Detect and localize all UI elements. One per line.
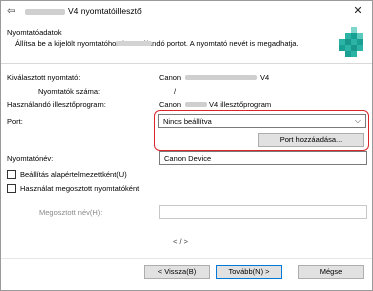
printer-name-input[interactable]: Canon Device <box>159 151 367 165</box>
printer-count-value: / <box>174 87 177 96</box>
port-label: Port: <box>7 117 23 126</box>
driver-value-suffix: V4 illesztőprogram <box>209 100 272 109</box>
add-port-button[interactable]: Port hozzáadása... <box>258 133 364 147</box>
use-shared-option[interactable]: Használat megosztott nyomtatóként <box>7 184 139 193</box>
selected-printer-label: Kiválasztott nyomtató: <box>7 73 81 82</box>
selected-printer-suffix: V4 <box>260 73 270 82</box>
chevron-down-icon: ⌵ <box>354 116 361 125</box>
printer-name-redacted-block <box>185 75 257 80</box>
window-title: V4 nyomtatóillesztő <box>68 6 142 16</box>
driver-label: Használandó illesztőprogram: <box>7 100 106 109</box>
footer-divider <box>1 258 372 259</box>
use-shared-label: Használat megosztott nyomtatóként <box>20 184 140 193</box>
port-select[interactable]: Nincs beállítva ⌵ <box>158 114 366 128</box>
selected-printer-value: Canon <box>159 73 182 82</box>
share-name-label: Megosztott név(H): <box>39 208 103 217</box>
close-icon[interactable]: ✕ <box>352 5 364 17</box>
printer-cubes-icon <box>339 27 363 57</box>
title-bar: ⇦ V4 nyomtatóillesztő ✕ <box>1 1 372 23</box>
printer-driver-window: ⇦ V4 nyomtatóillesztő ✕ Nyomtatóadatok Á… <box>0 0 373 291</box>
title-redacted-block <box>25 9 65 15</box>
share-name-input <box>159 205 367 219</box>
section-description: Állítsa be a kijelölt nyomtatóhoz haszná… <box>15 39 299 48</box>
header-divider <box>1 63 372 64</box>
back-arrow-icon[interactable]: ⇦ <box>7 7 17 17</box>
description-redacted-block <box>116 41 152 46</box>
pager[interactable]: < / > <box>173 237 188 246</box>
set-default-label: Beállítás alapértelmezettként(U) <box>20 170 127 179</box>
printer-count-label: Nyomtatók száma: <box>38 87 101 96</box>
set-default-checkbox[interactable] <box>7 170 16 179</box>
back-button[interactable]: < Vissza(B) <box>144 265 210 279</box>
set-default-option[interactable]: Beállítás alapértelmezettként(U) <box>7 170 127 179</box>
use-shared-checkbox[interactable] <box>7 184 16 193</box>
section-title: Nyomtatóadatok <box>7 28 62 37</box>
next-button[interactable]: Tovább(N) > <box>216 265 282 279</box>
driver-redacted-block <box>185 102 207 107</box>
port-select-value: Nincs beállítva <box>163 117 212 126</box>
cancel-button[interactable]: Mégse <box>298 265 364 279</box>
printer-name-label: Nyomtatónév: <box>7 154 54 163</box>
driver-value-prefix: Canon <box>159 100 182 109</box>
